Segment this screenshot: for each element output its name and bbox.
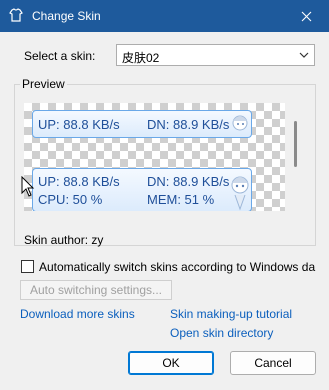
skin2-cpu-text: CPU: 50 %	[38, 192, 103, 207]
skin2-up-text: UP: 88.8 KB/s	[38, 174, 120, 189]
auto-switch-label[interactable]: Automatically switch skins according to …	[39, 260, 315, 274]
skin-preview-1: UP: 88.8 KB/s DN: 88.9 KB/s	[32, 110, 252, 138]
auto-switch-settings-button[interactable]: Auto switching settings...	[20, 280, 172, 300]
skin-select[interactable]: 皮肤02	[116, 44, 315, 66]
mouse-cursor-icon	[21, 176, 35, 197]
skin-icon	[9, 8, 23, 22]
close-button[interactable]	[283, 0, 329, 32]
skin-tutorial-link[interactable]: Skin making-up tutorial	[170, 307, 292, 321]
preview-scrollbar[interactable]	[294, 121, 297, 167]
auto-switch-checkbox[interactable]	[21, 260, 34, 273]
title-bar: Change Skin	[0, 0, 329, 32]
preview-area: UP: 88.8 KB/s DN: 88.9 KB/s UP: 88.8 KB/…	[24, 103, 285, 211]
skin1-up-text: UP: 88.8 KB/s	[38, 117, 120, 132]
skin-author: Skin author: zy	[24, 233, 104, 247]
download-skins-link[interactable]: Download more skins	[20, 307, 135, 321]
anime-character-icon	[231, 176, 249, 211]
open-skin-directory-link[interactable]: Open skin directory	[170, 326, 273, 340]
window-title: Change Skin	[32, 9, 101, 23]
anime-character-icon	[232, 115, 248, 131]
preview-label: Preview	[20, 77, 67, 91]
select-skin-label: Select a skin:	[24, 49, 96, 63]
skin-select-value: 皮肤02	[122, 51, 160, 65]
cancel-button[interactable]: Cancel	[230, 351, 316, 375]
ok-button[interactable]: OK	[128, 351, 214, 375]
skin2-dn-text: DN: 88.9 KB/s	[147, 174, 230, 189]
close-icon	[301, 11, 311, 21]
skin-preview-2: UP: 88.8 KB/s DN: 88.9 KB/s CPU: 50 % ME…	[32, 168, 252, 211]
skin2-mem-text: MEM: 51 %	[147, 192, 215, 207]
skin1-dn-text: DN: 88.9 KB/s	[147, 117, 230, 132]
chevron-down-icon	[299, 52, 309, 58]
